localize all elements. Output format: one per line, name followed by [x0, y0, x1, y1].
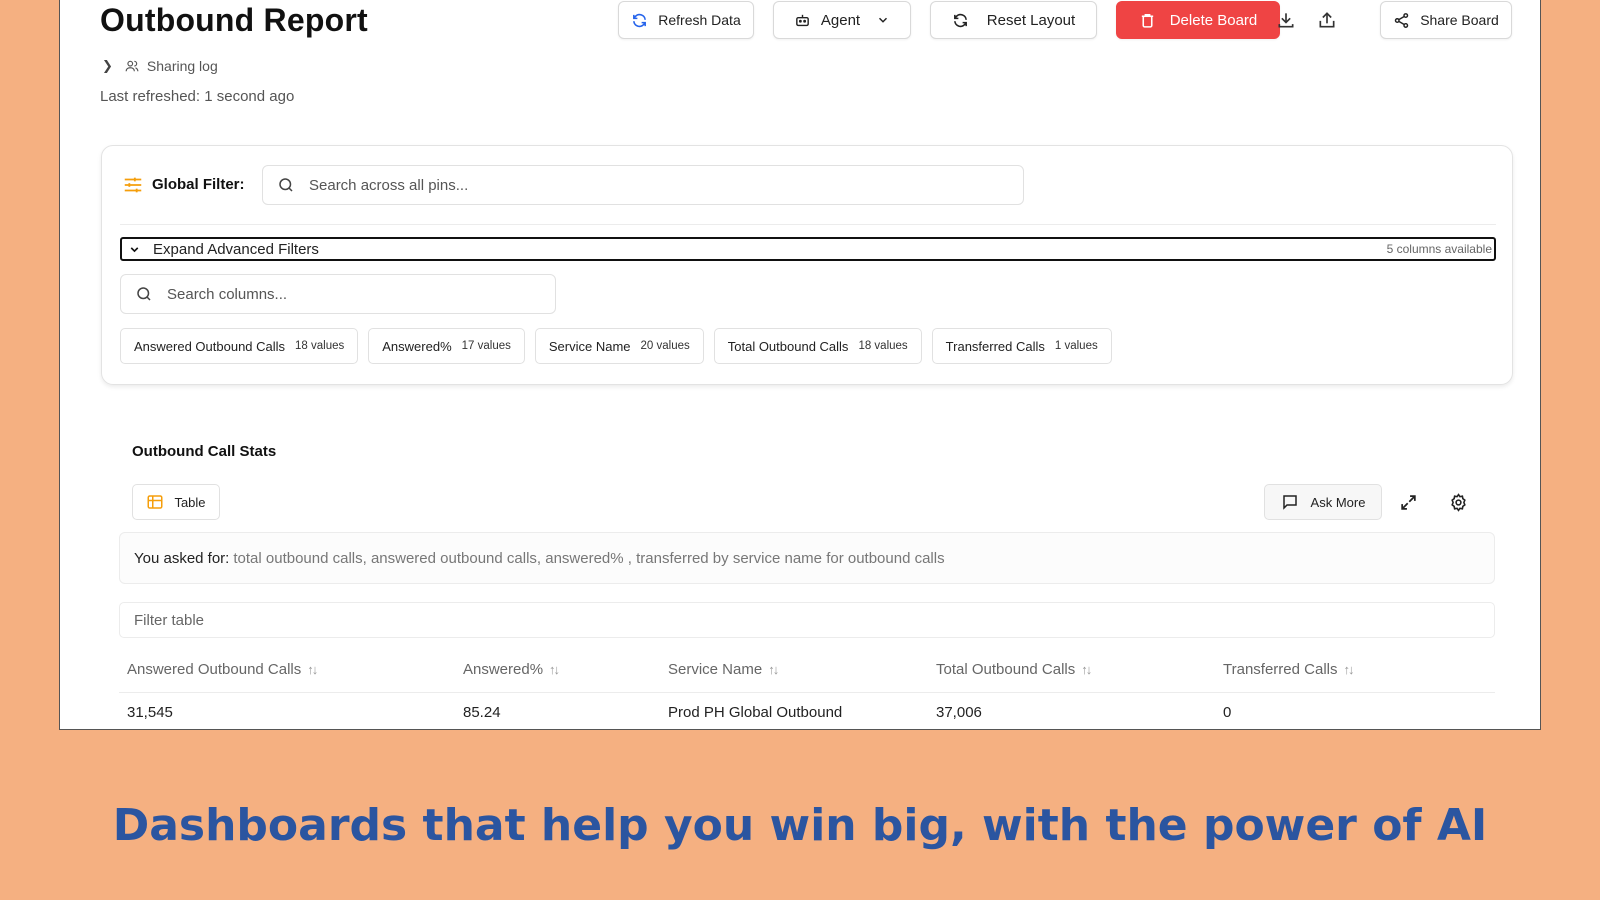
sort-icon: ↑↓ [549, 662, 560, 677]
breadcrumb-label: Sharing log [146, 58, 218, 74]
table-icon [147, 495, 163, 509]
column-chip[interactable]: Transferred Calls 1 values [931, 328, 1112, 364]
column-header[interactable]: Answered% ↑↓ [463, 661, 560, 678]
expand-button[interactable] [1396, 490, 1420, 514]
expand-icon [1400, 494, 1416, 510]
expand-advanced-filters[interactable]: Expand Advanced Filters 5 columns availa… [120, 237, 1496, 261]
columns-available: 5 columns available [1386, 242, 1492, 256]
share-icon [1394, 12, 1409, 28]
reset-layout-button[interactable]: Reset Layout [930, 1, 1097, 39]
last-refreshed: Last refreshed: 1 second ago [100, 88, 295, 105]
upload-icon [1319, 12, 1335, 28]
robot-icon [796, 14, 809, 26]
sliders-icon [124, 177, 142, 193]
table-cell: Prod PH Global Outbound [668, 704, 843, 721]
column-header[interactable]: Transferred Calls ↑↓ [1223, 661, 1354, 678]
download-button[interactable] [1272, 6, 1300, 34]
column-chips: Answered Outbound Calls 18 values Answer… [120, 328, 1112, 364]
app-window: Outbound Report ❯ Sharing log Last refre… [59, 0, 1541, 730]
trash-icon [1141, 13, 1153, 28]
filter-panel: Global Filter: Search across all pins...… [101, 145, 1513, 385]
refresh-icon [633, 13, 647, 27]
sort-icon: ↑↓ [768, 662, 779, 677]
chevron-right-icon: ❯ [102, 58, 113, 73]
agent-dropdown[interactable]: Agent [773, 1, 911, 39]
table-cell: 31,545 [127, 704, 173, 721]
query-summary: You asked for: total outbound calls, ans… [119, 532, 1495, 584]
column-header[interactable]: Total Outbound Calls ↑↓ [936, 661, 1092, 678]
column-chip[interactable]: Answered% 17 values [368, 328, 525, 364]
chevron-down-icon [879, 17, 888, 23]
column-header[interactable]: Answered Outbound Calls ↑↓ [127, 661, 318, 678]
pin-title: Outbound Call Stats [132, 443, 277, 460]
column-header[interactable]: Service Name ↑↓ [668, 661, 779, 678]
table-view-button[interactable]: Table [132, 484, 220, 520]
export-button[interactable] [1313, 6, 1341, 34]
column-chip[interactable]: Total Outbound Calls 18 values [713, 328, 922, 364]
table-cell: 0 [1223, 704, 1232, 721]
chevron-down-icon [130, 246, 139, 252]
global-filter-label: Global Filter: [152, 176, 245, 193]
table-cell: 37,006 [936, 704, 982, 721]
share-board-button[interactable]: Share Board [1380, 1, 1512, 39]
filter-table-input[interactable]: Filter table [119, 602, 1495, 638]
ask-more-button[interactable]: Ask More [1264, 484, 1382, 520]
column-chip[interactable]: Answered Outbound Calls 18 values [120, 328, 359, 364]
sort-icon: ↑↓ [1081, 662, 1092, 677]
sort-icon: ↑↓ [307, 662, 318, 677]
breadcrumb[interactable]: ❯ Sharing log [102, 58, 218, 74]
page-title: Outbound Report [100, 2, 368, 38]
settings-button[interactable] [1446, 490, 1470, 514]
download-icon [1278, 13, 1294, 28]
column-search-input[interactable]: Search columns... [120, 274, 556, 314]
reset-icon [953, 13, 967, 27]
global-search-input[interactable]: Search across all pins... [262, 165, 1024, 205]
table-cell: 85.24 [463, 704, 501, 721]
sort-icon: ↑↓ [1343, 662, 1354, 677]
tagline: Dashboards that help you win big, with t… [112, 800, 1488, 851]
message-icon [1282, 495, 1297, 510]
delete-board-button[interactable]: Delete Board [1116, 1, 1280, 39]
search-icon [137, 287, 151, 301]
users-icon [125, 60, 139, 72]
refresh-data-button[interactable]: Refresh Data [618, 1, 754, 39]
gear-icon [1450, 492, 1466, 512]
table-divider [119, 692, 1495, 693]
column-chip[interactable]: Service Name 20 values [534, 328, 704, 364]
search-icon [279, 178, 293, 192]
divider [120, 224, 1496, 225]
